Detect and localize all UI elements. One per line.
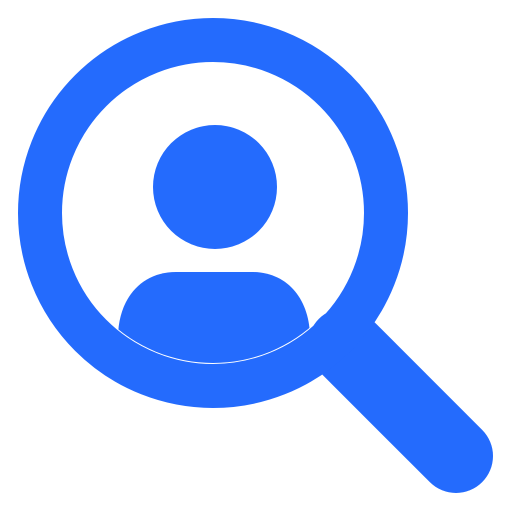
person-head-icon bbox=[153, 125, 277, 249]
user-search-icon bbox=[18, 18, 493, 493]
icon-canvas bbox=[0, 0, 512, 512]
magnifier-handle bbox=[308, 308, 493, 493]
